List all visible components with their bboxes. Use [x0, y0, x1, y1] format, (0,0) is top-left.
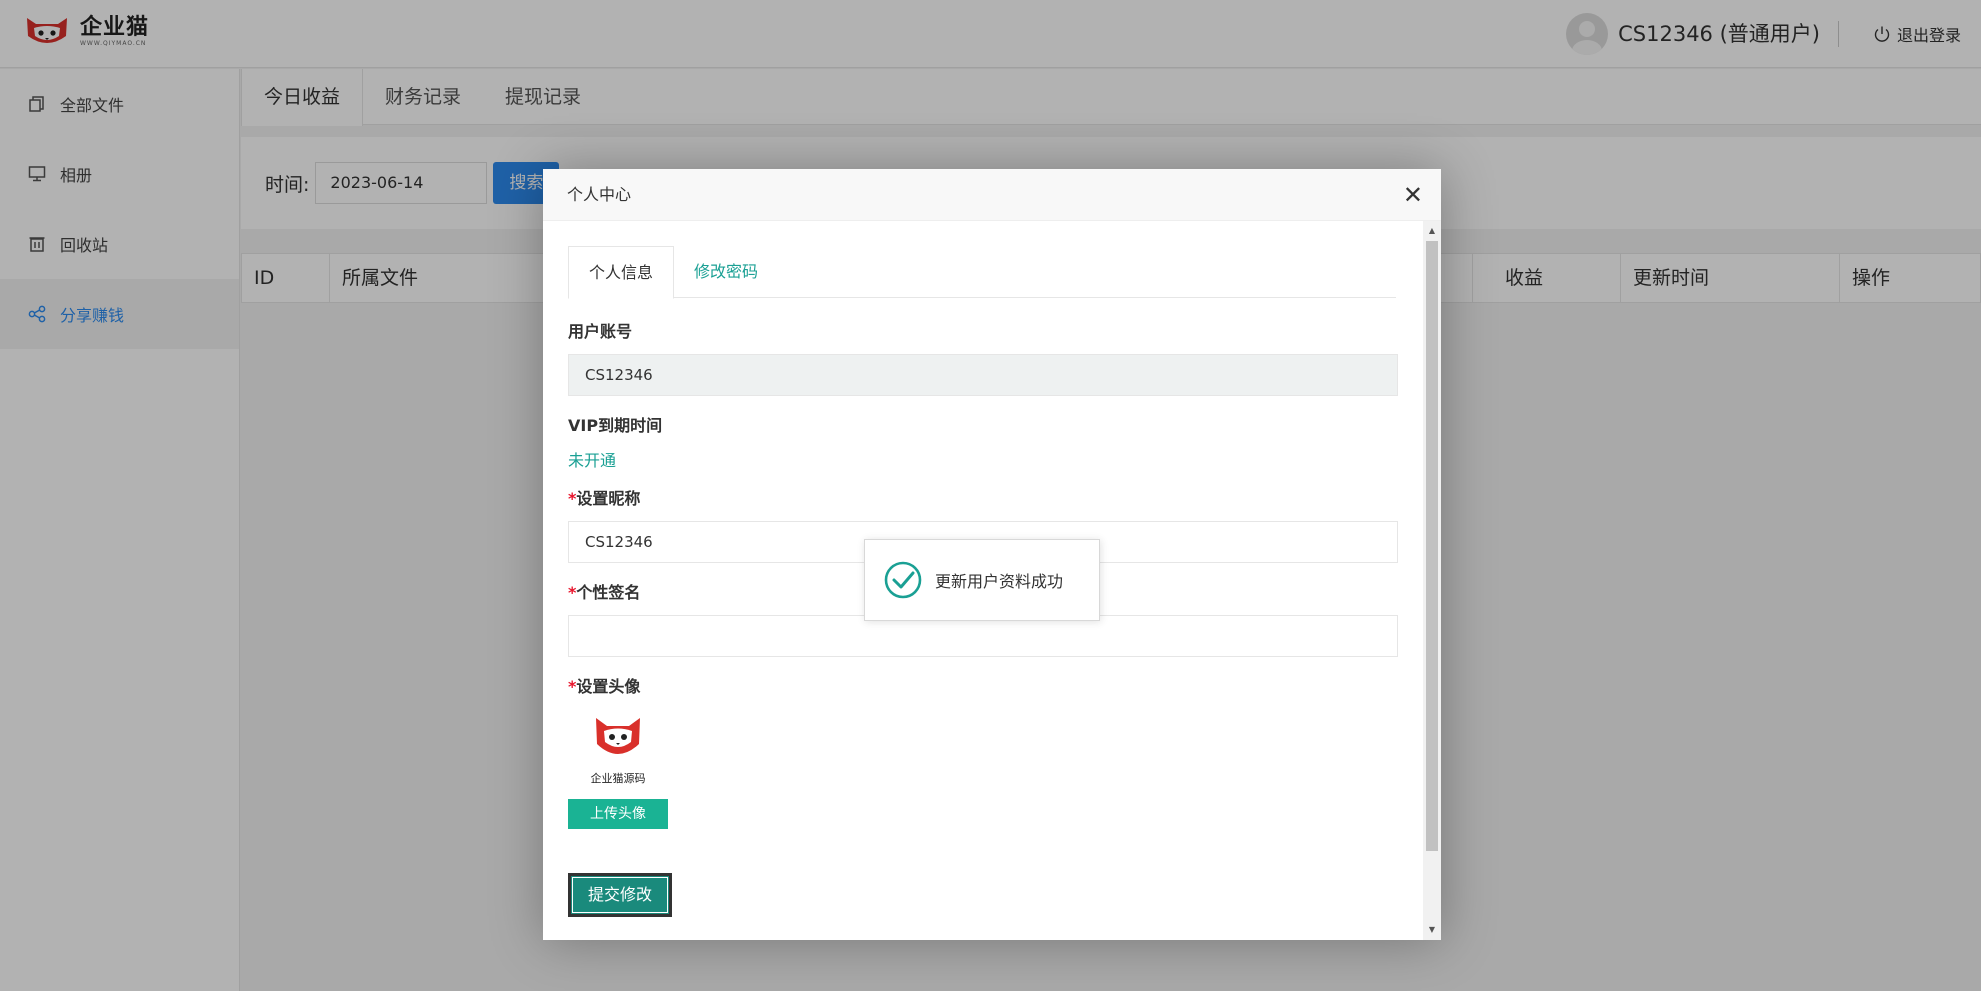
- upload-row: 上传头像: [568, 799, 1398, 829]
- account-field: CS12346: [568, 354, 1398, 396]
- cat-logo-icon: [596, 718, 640, 754]
- close-icon[interactable]: ✕: [1403, 169, 1423, 221]
- vip-expiry-value: 未开通: [568, 451, 617, 470]
- signature-label-text: 个性签名: [576, 583, 641, 602]
- tab-personal-info[interactable]: 个人信息: [568, 246, 675, 299]
- avatar-label: *设置头像: [568, 676, 1398, 698]
- scroll-down-arrow-icon[interactable]: ▼: [1423, 922, 1441, 938]
- submit-row: 提交修改: [568, 873, 1398, 917]
- vip-expiry-label: VIP到期时间: [568, 416, 663, 435]
- avatar-preview: 企业猫源码: [568, 714, 668, 785]
- modal-header: 个人中心 ✕: [543, 169, 1441, 221]
- nickname-label: *设置昵称: [568, 488, 1398, 510]
- scrollbar-thumb[interactable]: [1426, 241, 1438, 851]
- account-label: 用户账号: [568, 322, 633, 341]
- profile-tabs: 个人信息 修改密码: [568, 246, 1396, 299]
- avatar-label-text: 设置头像: [576, 677, 641, 696]
- modal-title: 个人中心: [567, 185, 632, 204]
- tab-change-password[interactable]: 修改密码: [674, 246, 778, 298]
- signature-input[interactable]: [568, 615, 1398, 657]
- modal-scrollbar[interactable]: ▲ ▼: [1423, 221, 1441, 940]
- toast-message: 更新用户资料成功: [935, 572, 1064, 591]
- upload-avatar-button[interactable]: 上传头像: [568, 799, 668, 829]
- submit-button[interactable]: 提交修改: [568, 873, 672, 917]
- avatar-caption: 企业猫源码: [590, 772, 646, 785]
- success-toast: 更新用户资料成功: [864, 539, 1100, 621]
- scroll-up-arrow-icon[interactable]: ▲: [1423, 223, 1441, 239]
- nickname-label-text: 设置昵称: [576, 489, 641, 508]
- check-circle-icon: [884, 561, 922, 599]
